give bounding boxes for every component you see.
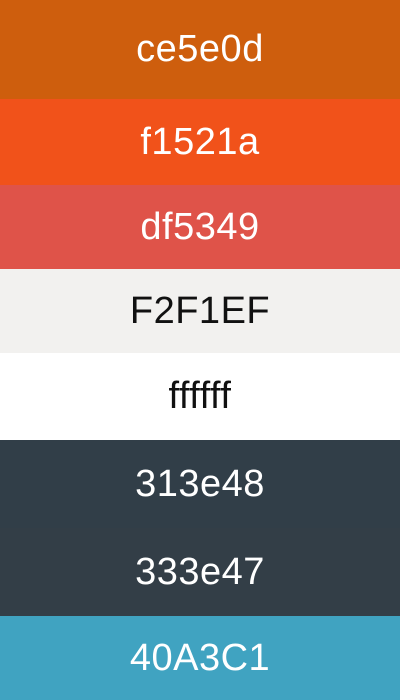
swatch-333e47: 333e47 [0, 528, 400, 616]
swatch-label: 313e48 [135, 462, 265, 505]
swatch-label: ffffff [168, 375, 232, 417]
swatch-f2f1ef: F2F1EF [0, 269, 400, 353]
swatch-ffffff: ffffff [0, 353, 400, 440]
color-palette: ce5e0d f1521a df5349 F2F1EF ffffff 313e4… [0, 0, 400, 700]
swatch-ce5e0d: ce5e0d [0, 0, 400, 99]
swatch-40a3c1: 40A3C1 [0, 616, 400, 700]
swatch-313e48: 313e48 [0, 440, 400, 528]
swatch-label: ce5e0d [136, 28, 264, 70]
swatch-f1521a: f1521a [0, 99, 400, 185]
swatch-label: 333e47 [135, 550, 265, 593]
swatch-label: F2F1EF [129, 289, 271, 332]
swatch-label: df5349 [140, 205, 260, 248]
swatch-df5349: df5349 [0, 185, 400, 269]
swatch-label: f1521a [140, 120, 260, 163]
swatch-label: 40A3C1 [129, 636, 271, 679]
